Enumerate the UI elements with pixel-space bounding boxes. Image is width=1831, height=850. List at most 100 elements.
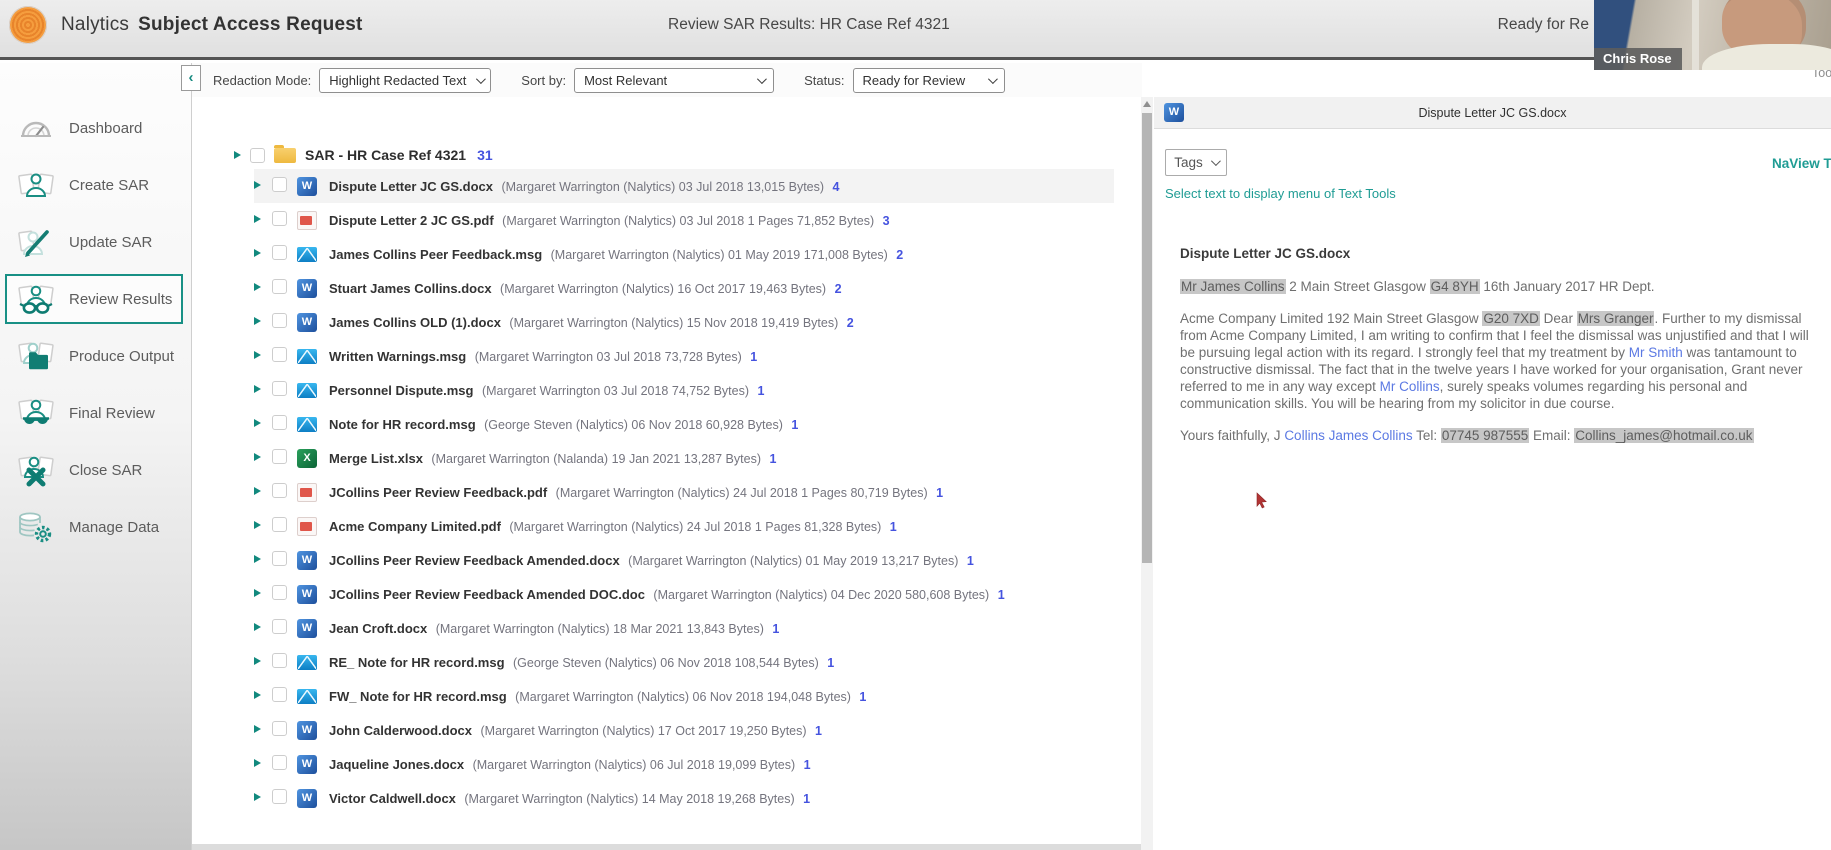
sidebar-item-close-sar[interactable]: Close SAR [5, 445, 183, 495]
row-checkbox[interactable] [272, 789, 287, 804]
row-checkbox[interactable] [272, 211, 287, 226]
expand-arrow-icon[interactable] [254, 589, 261, 597]
scrollbar-thumb[interactable] [1142, 113, 1152, 563]
file-row[interactable]: JCollins Peer Review Feedback Amended DO… [254, 577, 1140, 611]
expand-arrow-icon[interactable] [254, 453, 261, 461]
file-type-icon [297, 313, 317, 332]
file-list-scrollbar[interactable] [1141, 97, 1153, 850]
expand-arrow-icon[interactable] [254, 181, 261, 189]
expand-arrow-icon[interactable] [254, 521, 261, 529]
file-row[interactable]: Dispute Letter JC GS.docx (Margaret Warr… [254, 169, 1114, 203]
row-checkbox[interactable] [272, 245, 287, 260]
sidebar-item-review-results[interactable]: Review Results [5, 274, 183, 324]
file-row[interactable]: JCollins Peer Review Feedback Amended.do… [254, 543, 1140, 577]
file-meta: (Margaret Warrington (Nalytics) 03 Jul 2… [498, 214, 875, 228]
folder-checkbox[interactable] [250, 147, 265, 163]
row-checkbox[interactable] [272, 313, 287, 328]
file-row-text: Acme Company Limited.pdf (Margaret Warri… [329, 517, 897, 536]
row-checkbox[interactable] [272, 653, 287, 668]
file-row[interactable]: Victor Caldwell.docx (Margaret Warringto… [254, 781, 1140, 815]
row-checkbox[interactable] [272, 721, 287, 736]
expand-arrow-icon[interactable] [254, 793, 261, 801]
file-row[interactable]: FW_ Note for HR record.msg (Margaret War… [254, 679, 1140, 713]
redaction-mode-select[interactable]: Highlight Redacted Text [319, 67, 492, 93]
expand-arrow-icon[interactable] [254, 759, 261, 767]
file-type-icon [297, 177, 317, 196]
file-row[interactable]: Stuart James Collins.docx (Margaret Warr… [254, 271, 1140, 305]
expand-arrow-icon[interactable] [234, 151, 241, 159]
file-name: Stuart James Collins.docx [329, 281, 492, 296]
match-count: 4 [829, 180, 840, 194]
row-checkbox[interactable] [272, 687, 287, 702]
file-row-text: JCollins Peer Review Feedback Amended.do… [329, 551, 974, 570]
expand-arrow-icon[interactable] [254, 385, 261, 393]
file-name: Written Warnings.msg [329, 349, 467, 364]
expand-arrow-icon[interactable] [254, 725, 261, 733]
row-checkbox[interactable] [272, 585, 287, 600]
expand-arrow-icon[interactable] [254, 317, 261, 325]
file-list-panel: SAR - HR Case Ref 4321 31 Dispute Letter… [192, 97, 1140, 844]
collapse-panel-button[interactable]: ‹ [181, 65, 201, 91]
file-row[interactable]: Merge List.xlsx (Margaret Warrington (Na… [254, 441, 1140, 475]
row-checkbox[interactable] [272, 381, 287, 396]
file-row[interactable]: Personnel Dispute.msg (Margaret Warringt… [254, 373, 1140, 407]
file-row[interactable]: John Calderwood.docx (Margaret Warringto… [254, 713, 1140, 747]
expand-arrow-icon[interactable] [254, 657, 261, 665]
file-row[interactable]: Jaqueline Jones.docx (Margaret Warringto… [254, 747, 1140, 781]
file-name: Personnel Dispute.msg [329, 383, 474, 398]
dashboard-gauge-icon [16, 110, 56, 146]
row-checkbox[interactable] [272, 755, 287, 770]
file-row[interactable]: Written Warnings.msg (Margaret Warringto… [254, 339, 1140, 373]
expand-arrow-icon[interactable] [254, 487, 261, 495]
expand-arrow-icon[interactable] [254, 691, 261, 699]
expand-arrow-icon[interactable] [254, 351, 261, 359]
sidebar-item-final-review[interactable]: Final Review [5, 388, 183, 438]
file-row[interactable]: JCollins Peer Review Feedback.pdf (Marga… [254, 475, 1140, 509]
scroll-up-icon[interactable] [1143, 101, 1151, 107]
text-tools-hint[interactable]: Select text to display menu of Text Tool… [1165, 186, 1831, 201]
file-row[interactable]: Dispute Letter 2 JC GS.pdf (Margaret War… [254, 203, 1140, 237]
document-paragraph[interactable]: Yours faithfully, J Collins James Collin… [1180, 427, 1825, 444]
expand-arrow-icon[interactable] [254, 419, 261, 427]
row-checkbox[interactable] [272, 279, 287, 294]
sidebar-item-produce-output[interactable]: Produce Output [5, 331, 183, 381]
row-checkbox[interactable] [272, 415, 287, 430]
sidebar-item-manage-data[interactable]: Manage Data [5, 502, 183, 552]
file-name: Merge List.xlsx [329, 451, 423, 466]
naview-tools-link[interactable]: NaView To [1772, 156, 1831, 171]
folder-row[interactable]: SAR - HR Case Ref 4321 31 [234, 141, 1140, 169]
file-row[interactable]: James Collins Peer Feedback.msg (Margare… [254, 237, 1140, 271]
expand-arrow-icon[interactable] [254, 215, 261, 223]
tags-dropdown-button[interactable]: Tags [1165, 149, 1227, 176]
row-checkbox[interactable] [272, 483, 287, 498]
expand-arrow-icon[interactable] [254, 249, 261, 257]
sidebar-item-create-sar[interactable]: Create SAR [5, 160, 183, 210]
file-row[interactable]: James Collins OLD (1).docx (Margaret War… [254, 305, 1140, 339]
file-type-icon [297, 483, 317, 502]
row-checkbox[interactable] [272, 517, 287, 532]
row-checkbox[interactable] [272, 551, 287, 566]
file-row[interactable]: Acme Company Limited.pdf (Margaret Warri… [254, 509, 1140, 543]
horizontal-scrollbar[interactable] [192, 844, 1141, 850]
document-paragraph[interactable]: Mr James Collins 2 Main Street Glasgow G… [1180, 278, 1825, 295]
sidebar-item-label: Update SAR [69, 233, 153, 251]
row-checkbox[interactable] [272, 177, 287, 192]
document-paragraph[interactable]: Acme Company Limited 192 Main Street Gla… [1180, 310, 1825, 412]
sort-by-select[interactable]: Most Relevant [574, 67, 775, 93]
row-checkbox[interactable] [272, 619, 287, 634]
file-row[interactable]: Jean Croft.docx (Margaret Warrington (Na… [254, 611, 1140, 645]
file-type-icon [297, 721, 317, 740]
expand-arrow-icon[interactable] [254, 283, 261, 291]
expand-arrow-icon[interactable] [254, 555, 261, 563]
file-row[interactable]: RE_ Note for HR record.msg (George Steve… [254, 645, 1140, 679]
file-type-icon [297, 619, 317, 638]
sidebar-item-dashboard[interactable]: Dashboard [5, 103, 183, 153]
row-checkbox[interactable] [272, 347, 287, 362]
status-select[interactable]: Ready for Review [852, 67, 1005, 93]
preview-header: Dispute Letter JC GS.docx [1154, 97, 1831, 129]
sidebar-item-update-sar[interactable]: Update SAR [5, 217, 183, 267]
file-row[interactable]: Note for HR record.msg (George Steven (N… [254, 407, 1140, 441]
row-checkbox[interactable] [272, 449, 287, 464]
expand-arrow-icon[interactable] [254, 623, 261, 631]
redaction-mode-label: Redaction Mode: [213, 72, 312, 88]
